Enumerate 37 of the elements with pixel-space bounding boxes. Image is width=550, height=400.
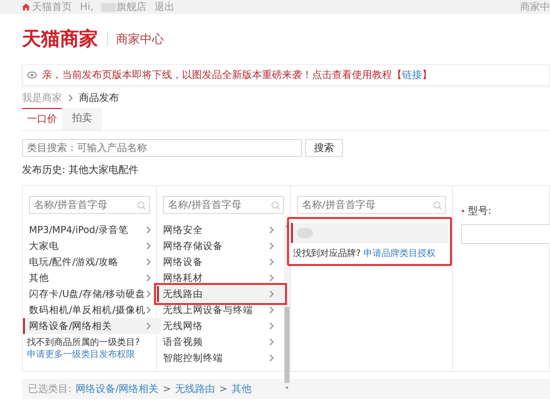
greeting-text: Hi, [80, 2, 94, 12]
notice-text: 亲，当前发布页版本即将下线，以图发品全新版本重磅来袭！点击查看使用教程【链接】 [42, 68, 432, 82]
logo-text[interactable]: 天猫商家 [22, 26, 98, 52]
header-subtitle: 商家中心 [107, 32, 164, 46]
path-link[interactable]: 无线路由 [175, 382, 216, 396]
search-field[interactable]: 名称/拼音首字母 [297, 196, 446, 214]
apply-brand-link[interactable]: 申请品牌类目授权 [364, 249, 436, 259]
search-icon [137, 201, 146, 210]
tab[interactable]: 拍卖 [62, 108, 102, 130]
category-item[interactable]: 语音视频 [157, 334, 284, 350]
search-field[interactable]: 名称/拼音首字母 [29, 196, 150, 214]
path-separator: > [219, 384, 228, 394]
breadcrumb-item: 商品发布 [79, 92, 119, 105]
model-input-field[interactable] [461, 224, 550, 244]
eye-icon [27, 71, 37, 79]
category-item[interactable]: 智能控制终端 [157, 350, 284, 366]
path-link[interactable]: 其他 [232, 382, 252, 396]
category-item[interactable]: 网络设备/网络相关 [23, 318, 161, 334]
apply-link[interactable]: 申请更多一级类目发布权限 [27, 350, 135, 360]
publish-history-text: 发布历史: 其他大家电配件 [22, 164, 140, 178]
path-link[interactable]: 网络设备/网络相关 [75, 382, 159, 396]
selected-path-label: 已选类目: [28, 382, 72, 396]
search-field[interactable]: 名称/拼音首字母 [163, 196, 284, 214]
search-icon [271, 201, 280, 210]
home-icon [22, 3, 30, 11]
category-help-text: 找不到商品所属的一级类目? [27, 337, 141, 349]
search-icon [433, 201, 442, 210]
brand-item[interactable] [291, 223, 448, 243]
chevron-right-icon [68, 94, 73, 102]
tutorial-link[interactable]: 链接 [402, 70, 422, 81]
brand-help-text: 没找到对应品牌? 申请品牌类目授权 [292, 248, 437, 260]
category-search-field[interactable]: 类目搜索：可输入产品名称 [22, 139, 302, 157]
path-separator: > [162, 384, 172, 394]
attribute-label: 型号: [468, 204, 492, 218]
category-item[interactable]: 无线路由 [157, 286, 284, 302]
search-button[interactable]: 搜索 [305, 139, 343, 157]
shop-name: 旗舰店 [116, 0, 146, 14]
